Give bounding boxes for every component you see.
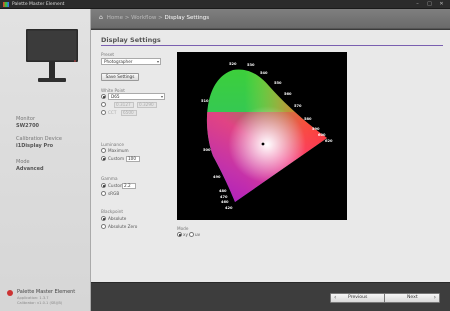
mode-label: Mode <box>16 159 30 165</box>
monitor-value: SW2700 <box>16 123 40 129</box>
home-icon[interactable]: ⌂ <box>99 15 105 21</box>
wavelength-label: 460 <box>221 200 229 204</box>
close-button[interactable]: ✕ <box>436 0 447 8</box>
breadcrumb: ⌂ Home > Workflow > Display Settings <box>99 15 210 22</box>
save-settings-button[interactable]: Save Settings <box>101 73 139 81</box>
luminance-custom-radio[interactable] <box>101 156 106 161</box>
plot-mode-xy-radio[interactable] <box>177 232 182 237</box>
wavelength-label: 480 <box>219 189 227 193</box>
white-point-marker <box>261 142 265 146</box>
wavelength-label: 600 <box>318 133 326 137</box>
white-point-cct-radio[interactable] <box>101 110 106 115</box>
wavelength-label: 560 <box>284 92 292 96</box>
gamma-srgb-label: sRGB <box>108 191 120 196</box>
blackpoint-absolute-label: Absolute <box>108 216 127 221</box>
next-button-label: Next <box>407 295 418 300</box>
white-point-xy-radio[interactable] <box>101 102 106 107</box>
wavelength-label: 540 <box>260 71 268 75</box>
next-button[interactable]: Next › <box>384 293 440 303</box>
luminance-field[interactable]: 100 <box>126 156 140 162</box>
app-name: Palette Master Element <box>17 289 76 295</box>
sidebar: Monitor SW2700 Calibration Device i1Disp… <box>0 9 91 311</box>
calibration-device-value: i1Display Pro <box>16 143 54 149</box>
white-x-field[interactable]: 0.3127 <box>114 102 134 108</box>
luminance-label: Luminance <box>101 142 124 147</box>
gamma-srgb-radio[interactable] <box>101 191 106 196</box>
blackpoint-absolute-radio[interactable] <box>101 216 106 221</box>
breadcrumb-separator: > <box>124 15 130 21</box>
chevron-down-icon: ▾ <box>156 59 159 64</box>
blackpoint-absolute-zero-label: Absolute Zero <box>108 224 138 229</box>
wavelength-label: 580 <box>304 117 312 121</box>
breadcrumb-separator: > <box>158 15 163 21</box>
white-point-value: D65 <box>111 94 120 99</box>
white-point-select[interactable]: D65 ▾ <box>108 93 165 100</box>
page-title: Display Settings <box>101 36 161 44</box>
wavelength-label: 500 <box>203 148 211 152</box>
wavelength-label: 470 <box>220 195 228 199</box>
breadcrumb-current: Display Settings <box>164 15 210 21</box>
wavelength-label: 520 <box>229 62 237 66</box>
gamma-label: Gamma <box>101 176 118 181</box>
footer-bar: ‹ Previous Next › <box>91 282 450 311</box>
chevron-left-icon: ‹ <box>334 294 337 301</box>
breadcrumb-workflow[interactable]: Workflow <box>131 15 156 21</box>
calibration-device-label: Calibration Device <box>16 136 62 142</box>
cie-gamut-svg: 520 530 540 550 560 570 580 590 600 620 … <box>201 62 333 210</box>
white-y-field[interactable]: 0.3290 <box>137 102 157 108</box>
wavelength-label: 570 <box>294 104 302 108</box>
cct-label: CCT <box>108 110 117 115</box>
monitor-label: Monitor <box>16 116 36 122</box>
calibrator-version: Calibrator: v1.0.1 (SB)(B) <box>17 301 63 305</box>
gamma-field[interactable]: 2.2 <box>122 183 136 189</box>
monitor-illustration <box>26 29 78 82</box>
minimize-button[interactable]: – <box>412 0 423 8</box>
previous-button[interactable]: ‹ Previous <box>330 293 386 303</box>
wavelength-label: 550 <box>274 81 282 85</box>
wavelength-label: 620 <box>325 139 333 143</box>
luminance-maximum-label: Maximum <box>108 148 129 153</box>
mode-value: Advanced <box>16 166 44 172</box>
title-divider <box>101 45 443 46</box>
preset-value: Photographer <box>104 59 133 64</box>
plot-mode-uv-radio[interactable] <box>189 232 194 237</box>
wavelength-label: 490 <box>213 175 221 179</box>
blackpoint-label: Blackpoint <box>101 209 124 214</box>
preset-label: Preset <box>101 52 115 57</box>
cct-field[interactable]: 6500 <box>121 110 137 116</box>
gamma-custom-radio[interactable] <box>101 183 106 188</box>
breadcrumb-home[interactable]: Home <box>107 15 123 21</box>
plot-mode-uv-label: uv <box>195 232 201 237</box>
title-bar: Palette Master Element – □ ✕ <box>0 0 450 9</box>
plot-mode-xy-label: xy <box>183 232 188 237</box>
white-point-preset-radio[interactable] <box>101 94 106 99</box>
wavelength-label: 530 <box>247 63 255 67</box>
app-logo-icon <box>3 2 9 7</box>
plot-mode-label: Mode <box>177 226 189 231</box>
app-version: Application: 1.3.7 <box>17 296 49 300</box>
window-title: Palette Master Element <box>12 2 65 7</box>
wavelength-label: 510 <box>201 99 209 103</box>
chromaticity-diagram: 520 530 540 550 560 570 580 590 600 620 … <box>177 52 347 220</box>
chevron-down-icon: ▾ <box>160 94 163 99</box>
previous-button-label: Previous <box>348 295 368 300</box>
maximize-button[interactable]: □ <box>424 0 435 8</box>
main-panel: Display Settings Preset Photographer ▾ S… <box>91 30 450 282</box>
chevron-right-icon: › <box>433 294 436 301</box>
brand-logo-icon <box>7 290 13 296</box>
luminance-maximum-radio[interactable] <box>101 148 106 153</box>
luminance-custom-label: Custom <box>108 156 125 161</box>
preset-select[interactable]: Photographer ▾ <box>101 58 161 65</box>
wavelength-label: 420 <box>225 206 233 210</box>
wavelength-label: 590 <box>312 127 320 131</box>
header-bar: ⌂ Home > Workflow > Display Settings <box>91 9 450 29</box>
blackpoint-absolute-zero-radio[interactable] <box>101 224 106 229</box>
